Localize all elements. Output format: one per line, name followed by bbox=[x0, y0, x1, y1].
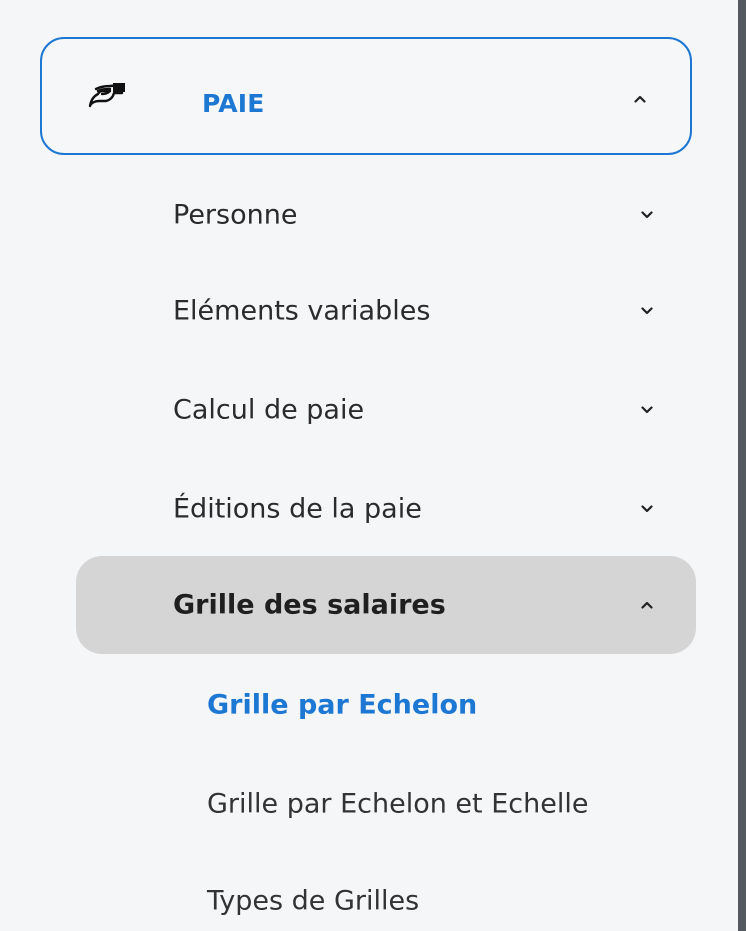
hand-payment-icon bbox=[88, 83, 125, 108]
panel-gutter bbox=[720, 0, 736, 931]
menu-item-label: Éditions de la paie bbox=[173, 493, 422, 525]
sidebar-nav: PAIE Personne Eléments variables Calcul … bbox=[0, 0, 720, 931]
menu-item-calcul-de-paie[interactable]: Calcul de paie bbox=[76, 361, 696, 459]
chevron-down-icon[interactable] bbox=[641, 406, 653, 414]
menu-item-label: Grille des salaires bbox=[173, 589, 446, 621]
chevron-down-icon[interactable] bbox=[641, 307, 653, 315]
submenu-item-grille-par-echelon-et-echelle[interactable]: Grille par Echelon et Echelle bbox=[76, 756, 696, 852]
panel-divider[interactable] bbox=[738, 0, 746, 931]
submenu-item-types-de-grilles[interactable]: Types de Grilles bbox=[76, 853, 696, 931]
menu-item-label: Calcul de paie bbox=[173, 394, 365, 426]
submenu-item-label: Grille par Echelon bbox=[207, 689, 478, 721]
menu-item-label: Eléments variables bbox=[173, 295, 431, 327]
chevron-down-icon[interactable] bbox=[641, 505, 653, 513]
submenu-item-label: Types de Grilles bbox=[207, 885, 420, 917]
menu-item-grille-des-salaires[interactable]: Grille des salaires bbox=[76, 556, 696, 654]
menu-item-editions-de-la-paie[interactable]: Éditions de la paie bbox=[76, 460, 696, 558]
submenu-item-label: Grille par Echelon et Echelle bbox=[207, 788, 589, 820]
chevron-down-icon[interactable] bbox=[641, 211, 653, 219]
section-paie-label: PAIE bbox=[202, 89, 265, 118]
section-paie-header[interactable]: PAIE bbox=[40, 37, 692, 155]
menu-item-personne[interactable]: Personne bbox=[76, 166, 696, 264]
menu-item-label: Personne bbox=[173, 199, 298, 231]
menu-item-elements-variables[interactable]: Eléments variables bbox=[76, 262, 696, 360]
submenu-item-grille-par-echelon[interactable]: Grille par Echelon bbox=[76, 657, 696, 753]
chevron-up-icon[interactable] bbox=[641, 601, 653, 609]
chevron-up-icon[interactable] bbox=[634, 95, 646, 103]
